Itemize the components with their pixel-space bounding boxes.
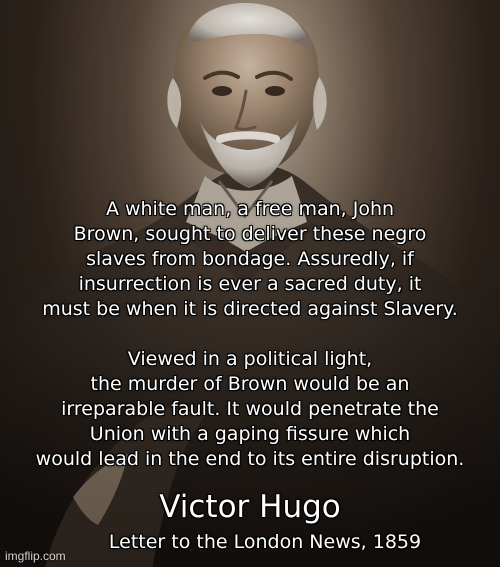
quote-source: Letter to the London News, 1859 [108,531,422,553]
quote-paragraph-1: A white man, a free man, John Brown, sou… [42,198,458,320]
imgflip-watermark: imgflip.com [5,549,66,563]
meme-image: A white man, a free man, John Brown, sou… [0,0,500,567]
quote-paragraph-2: Viewed in a political light, the murder … [35,348,465,470]
author-name: Victor Hugo [159,489,341,525]
